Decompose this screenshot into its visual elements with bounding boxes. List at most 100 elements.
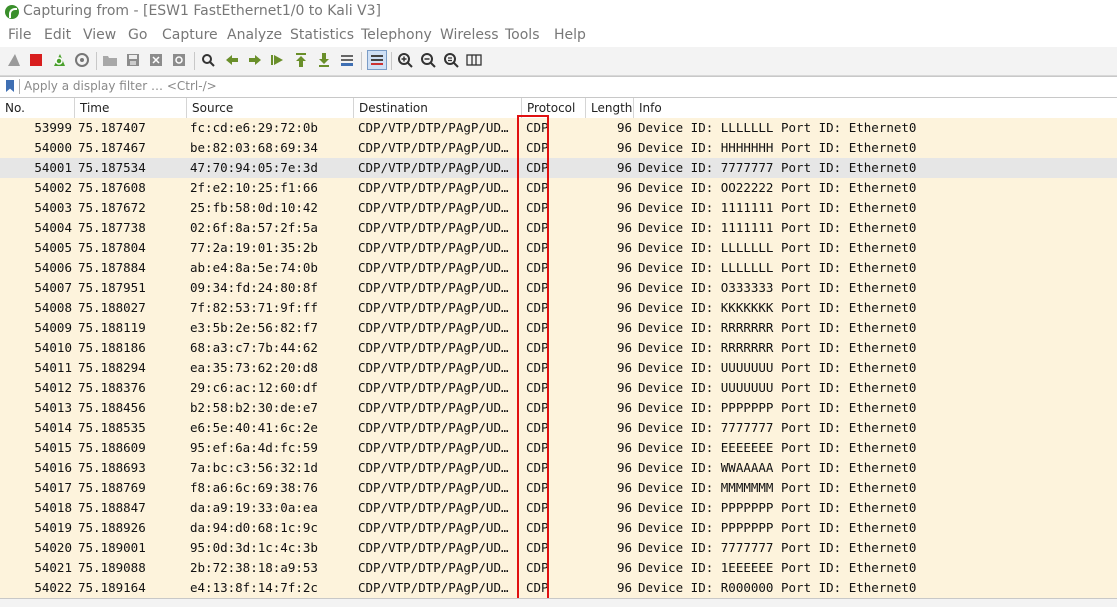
first-packet-icon[interactable] [293, 52, 309, 68]
menu-tools[interactable]: Tools [505, 27, 540, 43]
packet-source-cell: be:82:03:68:69:34 [190, 140, 318, 155]
restart-icon[interactable] [51, 52, 67, 68]
packet-length-cell: 96 [616, 340, 632, 355]
packet-list[interactable]: 53999 75.187407 fc:cd:e6:29:72:0b CDP/VTP/D… [0, 118, 1117, 598]
packet-info-cell: Device ID: MMMMMMM Port ID: Ethernet0 [638, 480, 917, 495]
packet-info-cell: Device ID: LLLLLLL Port ID: Ethernet0 [638, 120, 917, 135]
packet-time-cell: 75.188609 [78, 440, 146, 455]
packet-source-cell: ab:e4:8a:5e:74:0b [190, 260, 318, 275]
packet-no-cell: 54011 [34, 360, 72, 375]
packet-protocol-cell: CDP [526, 360, 549, 375]
packet-row[interactable]: 54021 75.189088 2b:72:38:18:a9:53 CDP/VTP/D… [0, 558, 1117, 578]
packet-row[interactable]: 54012 75.188376 29:c6:ac:12:60:df CDP/VTP/D… [0, 378, 1117, 398]
packet-row[interactable]: 54013 75.188456 b2:58:b2:30:de:e7 CDP/VTP/D… [0, 398, 1117, 418]
zoom-in-icon[interactable] [397, 52, 413, 68]
packet-row[interactable]: 54016 75.188693 7a:bc:c3:56:32:1d CDP/VTP/D… [0, 458, 1117, 478]
packet-destination-cell: CDP/VTP/DTP/PAgP/UD… [358, 120, 509, 135]
packet-row[interactable]: 53999 75.187407 fc:cd:e6:29:72:0b CDP/VTP/D… [0, 118, 1117, 138]
packet-destination-cell: CDP/VTP/DTP/PAgP/UD… [358, 360, 509, 375]
packet-row[interactable]: 54011 75.188294 ea:35:73:62:20:d8 CDP/VTP/D… [0, 358, 1117, 378]
packet-protocol-cell: CDP [526, 380, 549, 395]
menu-wireless[interactable]: Wireless [440, 27, 499, 43]
zoom-out-icon[interactable] [420, 52, 436, 68]
stop-icon[interactable] [28, 52, 44, 68]
packet-row[interactable]: 54009 75.188119 e3:5b:2e:56:82:f7 CDP/VTP/D… [0, 318, 1117, 338]
packet-destination-cell: CDP/VTP/DTP/PAgP/UD… [358, 200, 509, 215]
shark-fin-start-icon[interactable] [6, 52, 22, 68]
colorize-icon[interactable] [367, 50, 387, 70]
packet-time-cell: 75.188027 [78, 300, 146, 315]
packet-source-cell: fc:cd:e6:29:72:0b [190, 120, 318, 135]
packet-row[interactable]: 54019 75.188926 da:94:d0:68:1c:9c CDP/VTP/D… [0, 518, 1117, 538]
packet-row[interactable]: 54017 75.188769 f8:a6:6c:69:38:76 CDP/VTP/D… [0, 478, 1117, 498]
go-back-icon[interactable] [224, 52, 240, 68]
packet-row[interactable]: 54008 75.188027 7f:82:53:71:9f:ff CDP/VTP/D… [0, 298, 1117, 318]
packet-info-cell: Device ID: 1EEEEEE Port ID: Ethernet0 [638, 560, 917, 575]
window-title: Capturing from - [ESW1 FastEthernet1/0 t… [23, 3, 381, 19]
packet-no-cell: 54006 [34, 260, 72, 275]
packet-info-cell: Device ID: 7777777 Port ID: Ethernet0 [638, 420, 917, 435]
packet-row[interactable]: 54003 75.187672 25:fb:58:0d:10:42 CDP/VTP/D… [0, 198, 1117, 218]
wireshark-logo-icon [5, 5, 19, 19]
packet-row[interactable]: 54018 75.188847 da:a9:19:33:0a:ea CDP/VTP/D… [0, 498, 1117, 518]
packet-no-cell: 53999 [34, 120, 72, 135]
menu-help[interactable]: Help [554, 27, 586, 43]
bookmark-icon[interactable] [6, 80, 14, 92]
column-header-length[interactable]: Length [586, 98, 634, 118]
normal-size-icon[interactable] [443, 52, 459, 68]
packet-info-cell: Device ID: 7777777 Port ID: Ethernet0 [638, 160, 917, 175]
packet-row[interactable]: 54007 75.187951 09:34:fd:24:80:8f CDP/VTP/D… [0, 278, 1117, 298]
go-forward-icon[interactable] [247, 52, 263, 68]
menu-statistics[interactable]: Statistics [290, 27, 354, 43]
resize-columns-icon[interactable] [466, 52, 482, 68]
packet-row[interactable]: 54002 75.187608 2f:e2:10:25:f1:66 CDP/VTP/D… [0, 178, 1117, 198]
packet-length-cell: 96 [616, 420, 632, 435]
close-file-icon[interactable] [148, 52, 164, 68]
packet-source-cell: 7a:bc:c3:56:32:1d [190, 460, 318, 475]
packet-row[interactable]: 54020 75.189001 95:0d:3d:1c:4c:3b CDP/VTP/D… [0, 538, 1117, 558]
packet-length-cell: 96 [616, 540, 632, 555]
packet-row[interactable]: 54001 75.187534 47:70:94:05:7e:3d CDP/VTP/D… [0, 158, 1117, 178]
autoscroll-icon[interactable] [339, 52, 355, 68]
reload-file-icon[interactable] [171, 52, 187, 68]
packet-protocol-cell: CDP [526, 200, 549, 215]
packet-no-cell: 54017 [34, 480, 72, 495]
column-header-info[interactable]: Info [634, 98, 1117, 118]
menu-edit[interactable]: Edit [44, 27, 71, 43]
menu-go[interactable]: Go [128, 27, 147, 43]
find-packet-icon[interactable] [200, 52, 216, 68]
packet-time-cell: 75.189001 [78, 540, 146, 555]
packet-row[interactable]: 54005 75.187804 77:2a:19:01:35:2b CDP/VTP/D… [0, 238, 1117, 258]
column-header-source[interactable]: Source [187, 98, 354, 118]
go-to-packet-icon[interactable] [270, 52, 286, 68]
column-header-no[interactable]: No. [0, 98, 75, 118]
packet-row[interactable]: 54015 75.188609 95:ef:6a:4d:fc:59 CDP/VTP/D… [0, 438, 1117, 458]
packet-row[interactable]: 54006 75.187884 ab:e4:8a:5e:74:0b CDP/VTP/D… [0, 258, 1117, 278]
last-packet-icon[interactable] [316, 52, 332, 68]
packet-length-cell: 96 [616, 520, 632, 535]
packet-protocol-cell: CDP [526, 120, 549, 135]
packet-protocol-cell: CDP [526, 240, 549, 255]
display-filter-input[interactable] [22, 77, 1116, 95]
column-header-time[interactable]: Time [75, 98, 187, 118]
save-file-icon[interactable] [125, 52, 141, 68]
menu-view[interactable]: View [83, 27, 116, 43]
packet-length-cell: 96 [616, 480, 632, 495]
column-header-destination[interactable]: Destination [354, 98, 522, 118]
menu-telephony[interactable]: Telephony [361, 27, 432, 43]
packet-no-cell: 54004 [34, 220, 72, 235]
capture-options-icon[interactable] [74, 52, 90, 68]
menu-analyze[interactable]: Analyze [227, 27, 282, 43]
packet-row[interactable]: 54000 75.187467 be:82:03:68:69:34 CDP/VTP/D… [0, 138, 1117, 158]
packet-row[interactable]: 54014 75.188535 e6:5e:40:41:6c:2e CDP/VTP/D… [0, 418, 1117, 438]
packet-info-cell: Device ID: RRRRRRR Port ID: Ethernet0 [638, 340, 917, 355]
packet-no-cell: 54007 [34, 280, 72, 295]
packet-row[interactable]: 54010 75.188186 68:a3:c7:7b:44:62 CDP/VTP/D… [0, 338, 1117, 358]
column-header-protocol[interactable]: Protocol [522, 98, 586, 118]
packet-row[interactable]: 54004 75.187738 02:6f:8a:57:2f:5a CDP/VTP/D… [0, 218, 1117, 238]
packet-row[interactable]: 54022 75.189164 e4:13:8f:14:7f:2c CDP/VTP/D… [0, 578, 1117, 598]
open-file-icon[interactable] [102, 52, 118, 68]
menu-capture[interactable]: Capture [162, 27, 218, 43]
main-toolbar [0, 47, 1117, 76]
menu-file[interactable]: File [8, 27, 31, 43]
